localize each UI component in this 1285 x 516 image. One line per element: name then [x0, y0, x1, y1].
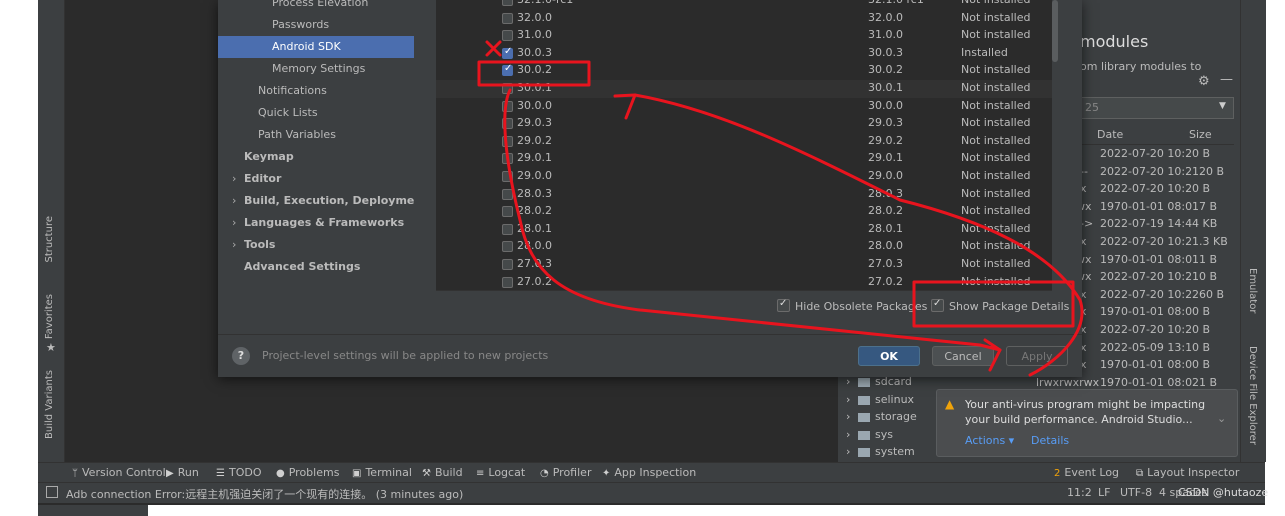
- annotation-arrowhead-up: [613, 93, 637, 120]
- annotation-arrowhead-down: [983, 338, 1002, 372]
- red-annotation: [477, 40, 1084, 377]
- annotation-box-details: [912, 280, 1075, 328]
- annotation-cross: [485, 40, 502, 57]
- annotation-box-version: [477, 60, 591, 87]
